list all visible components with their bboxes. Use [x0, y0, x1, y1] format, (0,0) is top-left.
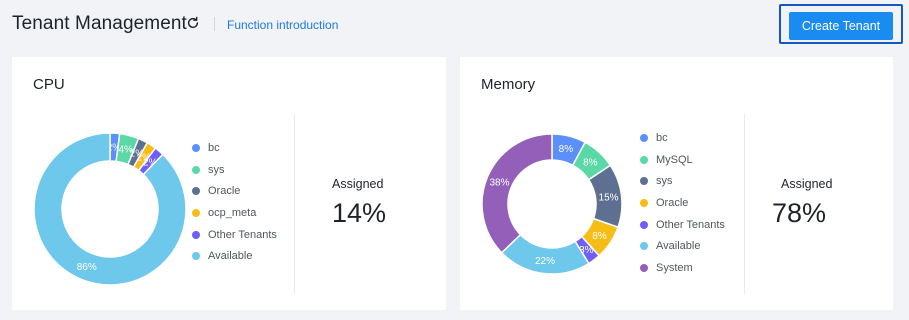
- cpu-donut-chart: 2%4%2%2%2%86%: [33, 132, 187, 286]
- legend-label: MySQL: [656, 153, 693, 166]
- cpu-legend-item[interactable]: ocp_meta: [192, 202, 277, 224]
- memory-slice-label: 22%: [535, 256, 555, 267]
- memory-card: Memory 8% 8% 15% 8% 3% 22% 38% bc MySQL sys Oracl…: [460, 57, 893, 310]
- legend-dot-icon: [192, 187, 200, 196]
- cpu-assigned-value: 14%: [332, 198, 387, 228]
- memory-card-title: Memory: [481, 76, 536, 93]
- legend-dot-icon: [640, 133, 648, 142]
- cpu-legend: bc sys Oracle ocp_meta Other Tenants Availabl…: [192, 137, 277, 267]
- legend-dot-icon: [640, 177, 648, 186]
- legend-dot-icon: [192, 165, 200, 174]
- legend-dot-icon: [192, 252, 200, 261]
- legend-label: bc: [656, 131, 668, 144]
- page-bottom: [0, 310, 909, 320]
- legend-dot-icon: [192, 230, 200, 239]
- legend-label: Available: [656, 240, 701, 253]
- legend-label: Oracle: [656, 196, 689, 209]
- cpu-separator: [294, 114, 295, 294]
- cpu-legend-item[interactable]: Oracle: [192, 180, 277, 202]
- cpu-slice-label: 86%: [77, 262, 97, 273]
- page-header: Tenant Management Function introduction …: [0, 0, 909, 50]
- function-introduction-link[interactable]: Function introduction: [227, 18, 338, 32]
- memory-legend-item[interactable]: Available: [640, 235, 725, 257]
- legend-label: Available: [208, 250, 253, 263]
- memory-legend-item[interactable]: Oracle: [640, 192, 725, 214]
- cpu-card: CPU 2% 4% 2% 2% 2% 86% bc sys Oracle ocp_meta Oth…: [12, 57, 446, 310]
- memory-slice-label: 8%: [583, 157, 598, 168]
- memory-slice-system[interactable]: [481, 133, 553, 254]
- memory-assigned-label: Assigned: [781, 177, 833, 191]
- legend-label: sys: [208, 163, 225, 176]
- memory-slice-label: 8%: [592, 231, 607, 242]
- memory-assigned-value: 78%: [772, 198, 827, 228]
- refresh-icon[interactable]: [186, 16, 200, 30]
- memory-legend-item[interactable]: System: [640, 257, 725, 279]
- legend-dot-icon: [640, 242, 648, 251]
- cpu-legend-item[interactable]: Available: [192, 245, 277, 267]
- memory-separator: [744, 114, 745, 294]
- memory-legend-item[interactable]: bc: [640, 127, 725, 149]
- legend-label: Oracle: [208, 185, 241, 198]
- legend-label: ocp_meta: [208, 206, 257, 219]
- cpu-legend-item[interactable]: sys: [192, 159, 277, 181]
- memory-slice-label: 8%: [559, 144, 574, 155]
- legend-dot-icon: [640, 220, 648, 229]
- cpu-legend-item[interactable]: Other Tenants: [192, 224, 277, 246]
- cpu-slice-available[interactable]: [33, 132, 187, 286]
- create-tenant-focus-ring: Create Tenant: [779, 4, 903, 44]
- legend-dot-icon: [192, 143, 200, 152]
- memory-legend: bc MySQL sys Oracle Other Tenants Available Sy…: [640, 127, 725, 279]
- legend-label: sys: [656, 175, 673, 188]
- legend-dot-icon: [640, 263, 648, 272]
- legend-dot-icon: [192, 208, 200, 217]
- page-title: Tenant Management: [12, 13, 187, 34]
- legend-dot-icon: [640, 155, 648, 164]
- legend-label: System: [656, 261, 693, 274]
- cpu-assigned-label: Assigned: [332, 177, 384, 191]
- header-divider: [214, 17, 215, 31]
- legend-label: Other Tenants: [656, 218, 725, 231]
- legend-dot-icon: [640, 198, 648, 207]
- cpu-card-title: CPU: [33, 76, 65, 93]
- cpu-legend-item[interactable]: bc: [192, 137, 277, 159]
- legend-label: Other Tenants: [208, 228, 277, 241]
- memory-slice-label: 38%: [490, 177, 510, 188]
- memory-legend-item[interactable]: Other Tenants: [640, 214, 725, 236]
- memory-slice-label: 15%: [599, 192, 619, 203]
- memory-donut-chart: 8%8%15%8%3%22%38%: [481, 133, 623, 275]
- memory-legend-item[interactable]: sys: [640, 170, 725, 192]
- legend-label: bc: [208, 141, 220, 154]
- create-tenant-button[interactable]: Create Tenant: [789, 12, 893, 40]
- memory-legend-item[interactable]: MySQL: [640, 149, 725, 171]
